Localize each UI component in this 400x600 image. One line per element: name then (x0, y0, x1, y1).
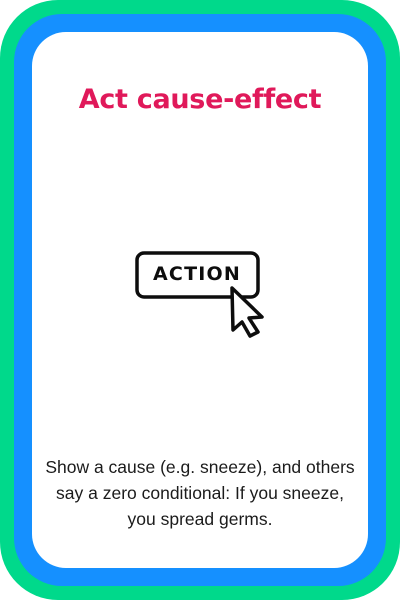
action-button-cursor-icon: ACTION (132, 248, 268, 340)
card-title: Act cause-effect (78, 84, 322, 115)
card-description: Show a cause (e.g. sneeze), and others s… (45, 457, 355, 529)
action-button-label: ACTION (153, 262, 241, 285)
